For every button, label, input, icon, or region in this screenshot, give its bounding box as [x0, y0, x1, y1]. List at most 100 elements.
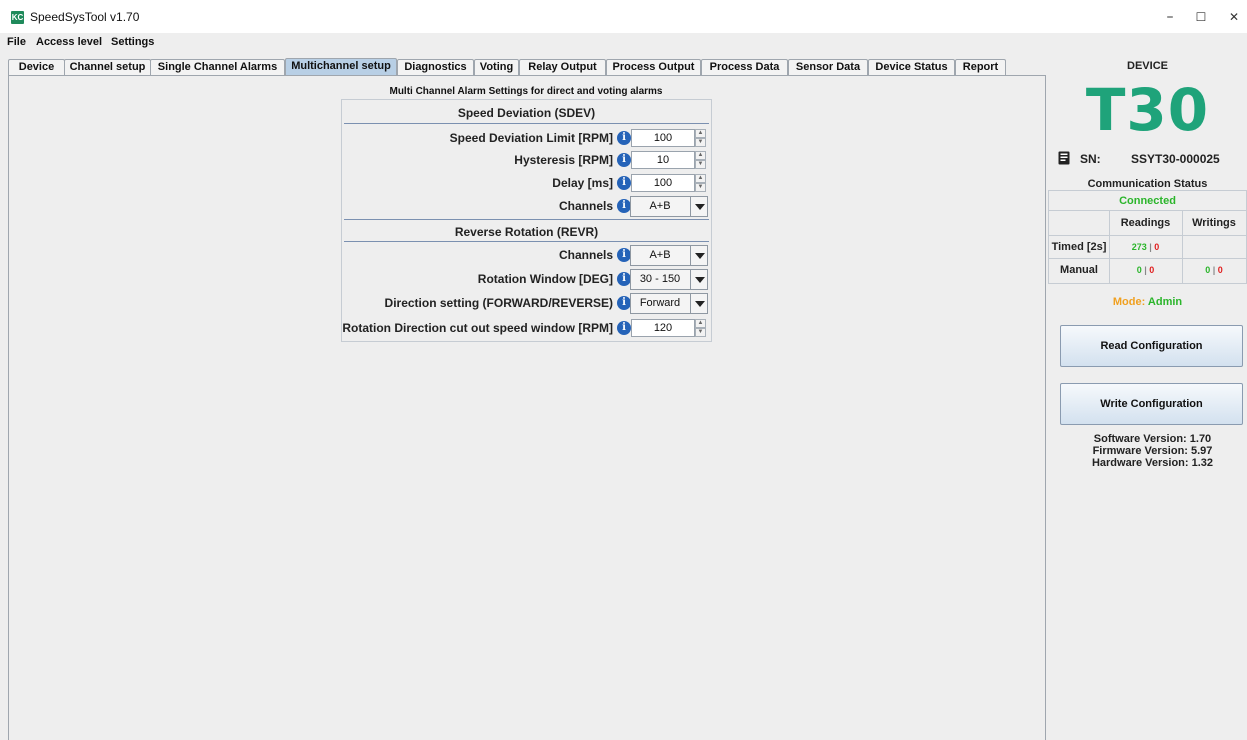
- info-icon[interactable]: i: [617, 296, 631, 310]
- tab-device-status[interactable]: Device Status: [868, 59, 955, 75]
- divider: [1049, 235, 1246, 236]
- timed-label: Timed [2s]: [1051, 241, 1107, 253]
- spin-down-button[interactable]: ▼: [695, 328, 706, 337]
- sdev-delay-label: Delay [ms]: [552, 176, 613, 190]
- revr-cutout-label: Rotation Direction cut out speed window …: [342, 321, 613, 335]
- tab-channel-setup[interactable]: Channel setup: [64, 59, 151, 75]
- section-divider: [344, 123, 709, 124]
- serial-number-icon: [1058, 151, 1070, 165]
- mode-label: Mode:: [1112, 296, 1146, 308]
- menu-access-level[interactable]: Access level: [36, 36, 102, 48]
- timed-readings: 273 | 0: [1131, 242, 1160, 252]
- sn-value: SSYT30-000025: [1131, 152, 1220, 166]
- sdev-limit-spinner[interactable]: 100 ▲ ▼: [631, 129, 709, 147]
- sdev-limit-label: Speed Deviation Limit [RPM]: [449, 131, 613, 145]
- sdev-limit-input[interactable]: 100: [631, 129, 695, 147]
- firmware-version: Firmware Version: 5.97: [1092, 445, 1213, 457]
- sdev-section-title: Speed Deviation (SDEV): [457, 106, 596, 120]
- timed-read-ok: 273: [1131, 242, 1147, 252]
- menu-bar: File Access level Settings: [0, 33, 1247, 51]
- sdev-channels-select[interactable]: A+B: [630, 196, 708, 217]
- window-title: SpeedSysTool v1.70: [30, 10, 140, 24]
- tab-report[interactable]: Report: [955, 59, 1006, 75]
- tab-single-channel-alarms[interactable]: Single Channel Alarms: [150, 59, 285, 75]
- writings-header: Writings: [1192, 217, 1236, 229]
- mode-value: Admin: [1147, 296, 1183, 308]
- revr-section-title: Reverse Rotation (REVR): [454, 225, 599, 239]
- revr-window-select[interactable]: 30 - 150: [630, 269, 708, 290]
- tab-process-data[interactable]: Process Data: [701, 59, 788, 75]
- revr-channels-value: A+B: [649, 249, 671, 261]
- sdev-channels-value: A+B: [649, 200, 671, 212]
- revr-window-value: 30 - 150: [639, 273, 681, 285]
- tab-process-output[interactable]: Process Output: [606, 59, 701, 75]
- info-icon[interactable]: i: [617, 321, 631, 335]
- info-icon[interactable]: i: [617, 176, 631, 190]
- sdev-hysteresis-spinner[interactable]: 10 ▲ ▼: [631, 151, 709, 169]
- spin-down-button[interactable]: ▼: [695, 183, 706, 192]
- timed-read-err: 0: [1154, 242, 1160, 252]
- maximize-button[interactable]: ☐: [1186, 6, 1216, 28]
- close-button[interactable]: ✕: [1219, 6, 1247, 28]
- divider: [1049, 210, 1246, 211]
- mode-indicator: Mode: Admin: [1048, 296, 1247, 308]
- chevron-down-icon[interactable]: [690, 270, 708, 289]
- tab-voting[interactable]: Voting: [474, 59, 519, 75]
- sdev-hysteresis-label: Hysteresis [RPM]: [514, 153, 613, 167]
- title-bar: KC SpeedSysTool v1.70 – ☐ ✕: [0, 0, 1247, 33]
- app-icon: KC: [11, 11, 24, 24]
- revr-channels-label: Channels: [558, 248, 613, 262]
- sdev-hysteresis-input[interactable]: 10: [631, 151, 695, 169]
- spin-up-button[interactable]: ▲: [695, 129, 706, 138]
- tab-device[interactable]: Device: [8, 59, 65, 75]
- menu-settings[interactable]: Settings: [111, 36, 154, 48]
- alarm-settings-panel: Speed Deviation (SDEV) Speed Deviation L…: [341, 99, 712, 342]
- manual-readings: 0 | 0: [1136, 265, 1155, 275]
- hardware-version: Hardware Version: 1.32: [1091, 457, 1214, 469]
- chevron-down-icon[interactable]: [690, 294, 708, 313]
- sdev-delay-input[interactable]: 100: [631, 174, 695, 192]
- tab-relay-output[interactable]: Relay Output: [519, 59, 606, 75]
- spin-up-button[interactable]: ▲: [695, 151, 706, 160]
- sdev-delay-spinner[interactable]: 100 ▲ ▼: [631, 174, 709, 192]
- spin-down-button[interactable]: ▼: [695, 138, 706, 147]
- comm-status-title: Communication Status: [1087, 178, 1208, 190]
- manual-writings: 0 | 0: [1205, 265, 1223, 275]
- device-label: DEVICE: [1127, 60, 1168, 72]
- sdev-channels-label: Channels: [558, 199, 613, 213]
- write-configuration-button[interactable]: Write Configuration: [1060, 383, 1243, 425]
- software-version: Software Version: 1.70: [1093, 433, 1212, 445]
- section-divider: [344, 241, 709, 242]
- tab-sensor-data[interactable]: Sensor Data: [788, 59, 868, 75]
- sn-label: SN:: [1080, 152, 1101, 166]
- tab-diagnostics[interactable]: Diagnostics: [397, 59, 474, 75]
- info-icon[interactable]: i: [617, 272, 631, 286]
- revr-window-label: Rotation Window [DEG]: [477, 272, 613, 286]
- revr-direction-label: Direction setting (FORWARD/REVERSE): [384, 296, 613, 310]
- revr-direction-select[interactable]: Forward: [630, 293, 708, 314]
- chevron-down-icon[interactable]: [690, 246, 708, 265]
- minimize-button[interactable]: –: [1155, 6, 1185, 28]
- read-configuration-button[interactable]: Read Configuration: [1060, 325, 1243, 367]
- readings-header: Readings: [1120, 217, 1171, 229]
- chevron-down-icon[interactable]: [690, 197, 708, 216]
- comm-status-table: Connected Readings Writings Timed [2s] 2…: [1048, 190, 1247, 284]
- tab-multichannel-setup[interactable]: Multichannel setup: [285, 58, 397, 76]
- page-title: Multi Channel Alarm Settings for direct …: [389, 86, 663, 97]
- info-icon[interactable]: i: [617, 153, 631, 167]
- section-divider: [344, 219, 709, 220]
- menu-file[interactable]: File: [7, 36, 26, 48]
- info-icon[interactable]: i: [617, 248, 631, 262]
- revr-channels-select[interactable]: A+B: [630, 245, 708, 266]
- manual-label: Manual: [1060, 264, 1098, 276]
- spin-down-button[interactable]: ▼: [695, 160, 706, 169]
- spin-up-button[interactable]: ▲: [695, 174, 706, 183]
- spin-up-button[interactable]: ▲: [695, 319, 706, 328]
- info-icon[interactable]: i: [617, 199, 631, 213]
- manual-write-err: 0: [1217, 265, 1223, 275]
- divider: [1049, 258, 1246, 259]
- revr-cutout-spinner[interactable]: 120 ▲ ▼: [631, 319, 709, 337]
- device-model: T30: [1085, 76, 1210, 144]
- info-icon[interactable]: i: [617, 131, 631, 145]
- revr-cutout-input[interactable]: 120: [631, 319, 695, 337]
